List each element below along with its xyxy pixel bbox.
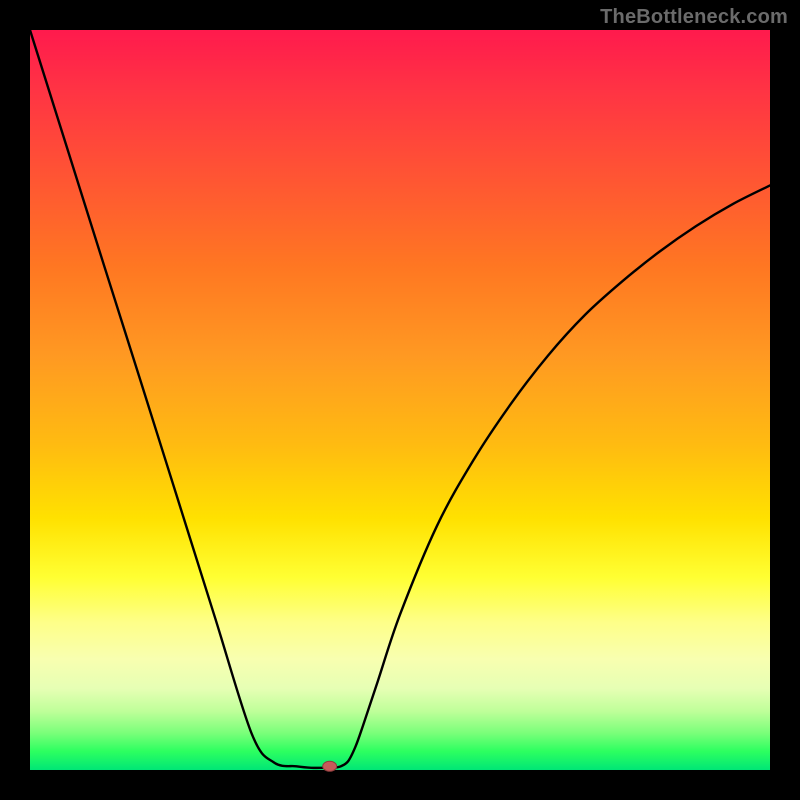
watermark-text: TheBottleneck.com [600, 6, 788, 29]
chart-frame: TheBottleneck.com [0, 0, 800, 800]
curve-layer [30, 30, 770, 770]
plot-gradient-area [30, 30, 770, 770]
minimum-marker [323, 761, 337, 771]
bottleneck-curve [30, 30, 770, 768]
